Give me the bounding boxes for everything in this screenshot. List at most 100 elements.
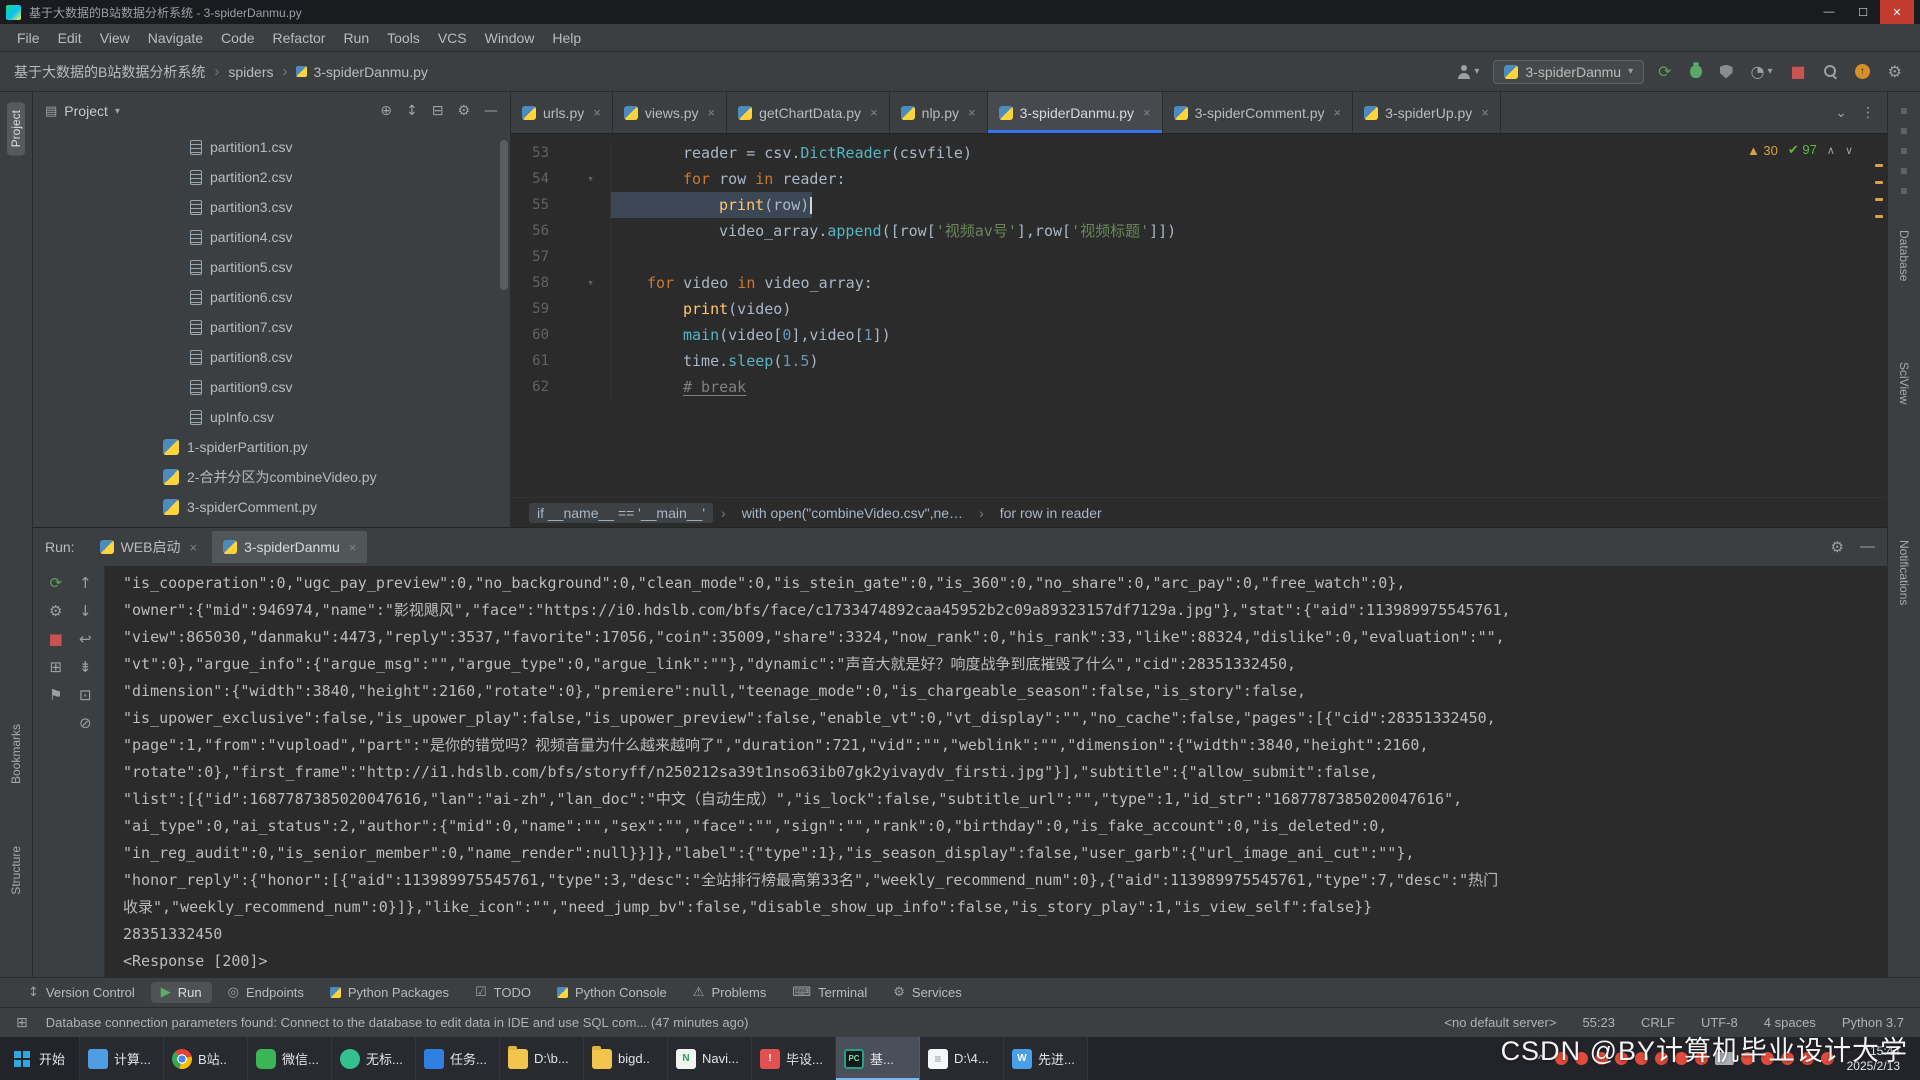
hide-panel-icon[interactable]: — bbox=[1860, 538, 1875, 556]
expand-collapse-icon[interactable]: ↕ bbox=[406, 103, 418, 119]
close-tab-icon[interactable]: × bbox=[708, 105, 716, 120]
menu-item-file[interactable]: File bbox=[8, 27, 49, 49]
keyboard-tray-icon[interactable] bbox=[1715, 1052, 1734, 1065]
notification-tray-icon[interactable] bbox=[1555, 1052, 1568, 1065]
taskbar-app[interactable]: W先进... bbox=[1004, 1037, 1088, 1080]
editor-breadcrumb-item[interactable]: with open("combineVideo.csv",ne… bbox=[734, 503, 971, 523]
tree-file-item[interactable]: partition8.csv bbox=[33, 342, 510, 372]
tool-stripe-button-database[interactable]: Database bbox=[1895, 222, 1913, 289]
rerun-button[interactable]: ⟳ bbox=[1654, 58, 1675, 85]
stripe-tool-icon[interactable]: ≡ bbox=[1900, 164, 1907, 178]
menu-item-tools[interactable]: Tools bbox=[378, 27, 429, 49]
tree-file-item[interactable]: partition3.csv bbox=[33, 192, 510, 222]
tool-window-button-services[interactable]: ⚙Services bbox=[883, 982, 972, 1003]
editor-tab-getChartData-py[interactable]: getChartData.py× bbox=[727, 92, 890, 133]
close-tab-icon[interactable]: × bbox=[870, 105, 878, 120]
notification-tray-icon[interactable] bbox=[1761, 1052, 1774, 1065]
line-number[interactable]: 61 bbox=[511, 348, 571, 374]
tool-stripe-button-structure[interactable]: Structure bbox=[7, 838, 25, 903]
menu-item-vcs[interactable]: VCS bbox=[429, 27, 476, 49]
close-tab-icon[interactable]: × bbox=[1481, 105, 1489, 120]
tool-stripe-button-notifications[interactable]: Notifications bbox=[1895, 532, 1913, 613]
tool-window-switcher-icon[interactable]: ⊞ bbox=[16, 1014, 28, 1031]
rerun-icon[interactable]: ⟳ bbox=[49, 576, 62, 591]
stripe-tool-icon[interactable]: ≡ bbox=[1900, 184, 1907, 198]
notification-tray-icon[interactable] bbox=[1695, 1052, 1708, 1065]
editor-tab-3-spiderComment-py[interactable]: 3-spiderComment.py× bbox=[1163, 92, 1354, 133]
tree-file-item[interactable]: partition2.csv bbox=[33, 162, 510, 192]
panel-settings-icon[interactable]: ⚙ bbox=[457, 103, 470, 119]
tool-window-button-terminal[interactable]: ⌨Terminal bbox=[782, 982, 877, 1003]
line-number[interactable]: 60 bbox=[511, 322, 571, 348]
run-configuration-select[interactable]: 3-spiderDanmu ▾ bbox=[1493, 60, 1644, 84]
editor-tab-views-py[interactable]: views.py× bbox=[613, 92, 727, 133]
scroll-to-end-icon[interactable]: ⇟ bbox=[79, 660, 92, 675]
taskbar-app[interactable]: B站.. bbox=[164, 1037, 248, 1080]
tool-window-button-endpoints[interactable]: ◎Endpoints bbox=[218, 982, 314, 1003]
clear-all-icon[interactable]: ⊘ bbox=[79, 716, 92, 731]
taskbar-app[interactable]: 计算... bbox=[80, 1037, 164, 1080]
stop-icon[interactable]: ■ bbox=[49, 632, 63, 647]
tree-file-item[interactable]: 2-合并分区为combineVideo.py bbox=[33, 462, 510, 492]
status-message[interactable]: Database connection parameters found: Co… bbox=[46, 1015, 1427, 1030]
update-button[interactable]: ↑ bbox=[1851, 60, 1874, 83]
prev-problem-icon[interactable]: ∧ bbox=[1827, 144, 1835, 157]
debug-button[interactable] bbox=[1686, 61, 1706, 82]
taskbar-app[interactable]: 微信... bbox=[248, 1037, 332, 1080]
tree-file-item[interactable]: 3-spiderComment.py bbox=[33, 492, 510, 522]
line-number[interactable]: 57 bbox=[511, 244, 571, 270]
close-tab-icon[interactable]: × bbox=[189, 540, 197, 555]
menu-item-view[interactable]: View bbox=[91, 27, 139, 49]
tool-window-button-run[interactable]: ▶Run bbox=[151, 982, 212, 1003]
chevron-down-icon[interactable]: ▾ bbox=[115, 106, 120, 117]
tree-file-item[interactable]: partition4.csv bbox=[33, 222, 510, 252]
tree-file-item[interactable]: 1-spiderPartition.py bbox=[33, 432, 510, 462]
editor-tab-3-spiderUp-py[interactable]: 3-spiderUp.py× bbox=[1353, 92, 1501, 133]
code-editor[interactable]: 53reader = csv.DictReader(csvfile)54▾for… bbox=[511, 134, 1887, 497]
status-item[interactable]: 4 spaces bbox=[1764, 1015, 1816, 1030]
tree-file-item[interactable]: partition7.csv bbox=[33, 312, 510, 342]
project-tree-scrollbar[interactable] bbox=[500, 140, 508, 290]
menu-item-edit[interactable]: Edit bbox=[49, 27, 91, 49]
taskbar-app[interactable]: 任务... bbox=[416, 1037, 500, 1080]
tree-file-item[interactable]: partition9.csv bbox=[33, 372, 510, 402]
breadcrumb-item[interactable]: 3-spiderDanmu.py bbox=[296, 64, 427, 80]
stripe-tool-icon[interactable]: ≡ bbox=[1900, 104, 1907, 118]
notification-tray-icon[interactable] bbox=[1675, 1052, 1688, 1065]
notification-tray-icon[interactable] bbox=[1615, 1052, 1628, 1065]
tray-expand-icon[interactable]: ^ bbox=[1534, 1052, 1548, 1066]
editor-breadcrumb-item[interactable]: if __name__ == '__main__' bbox=[529, 503, 713, 523]
close-tab-icon[interactable]: × bbox=[1334, 105, 1342, 120]
editor-breadcrumb-item[interactable]: for row in reader bbox=[992, 503, 1110, 523]
restore-layout-icon[interactable]: ⊞ bbox=[49, 660, 62, 675]
project-panel-title[interactable]: Project bbox=[64, 103, 108, 119]
notification-tray-icon[interactable] bbox=[1741, 1052, 1754, 1065]
start-button[interactable]: 开始 bbox=[0, 1037, 80, 1080]
collapse-all-icon[interactable]: ⊟ bbox=[432, 103, 444, 119]
tool-window-button-version-control[interactable]: ↕Version Control bbox=[18, 982, 145, 1003]
minimize-button[interactable]: — bbox=[1812, 0, 1846, 24]
up-stack-trace-icon[interactable]: ↑ bbox=[79, 576, 92, 591]
status-item[interactable]: UTF-8 bbox=[1701, 1015, 1738, 1030]
run-settings-icon[interactable]: ⚙ bbox=[49, 604, 62, 619]
line-number[interactable]: 59 bbox=[511, 296, 571, 322]
menu-item-window[interactable]: Window bbox=[476, 27, 544, 49]
notification-tray-icon[interactable] bbox=[1595, 1052, 1608, 1065]
fold-marker[interactable]: ▾ bbox=[571, 270, 611, 296]
line-number[interactable]: 53 bbox=[511, 140, 571, 166]
notification-tray-icon[interactable] bbox=[1781, 1052, 1794, 1065]
menu-item-refactor[interactable]: Refactor bbox=[264, 27, 335, 49]
breadcrumb-item[interactable]: spiders bbox=[228, 64, 273, 80]
pin-tab-icon[interactable]: ⚑ bbox=[49, 688, 62, 703]
notification-tray-icon[interactable] bbox=[1821, 1052, 1834, 1065]
status-item[interactable]: CRLF bbox=[1641, 1015, 1675, 1030]
line-number[interactable]: 54 bbox=[511, 166, 571, 192]
more-options-icon[interactable]: ⋮ bbox=[1861, 104, 1875, 121]
breadcrumb-item[interactable]: 基于大数据的B站数据分析系统 bbox=[14, 62, 205, 82]
profiler-button[interactable]: ◔▾ bbox=[1747, 58, 1777, 85]
tool-window-button-python-console[interactable]: Python Console bbox=[547, 982, 677, 1003]
down-stack-trace-icon[interactable]: ↓ bbox=[79, 604, 92, 619]
run-tab-3-spiderDanmu[interactable]: 3-spiderDanmu× bbox=[212, 531, 367, 563]
run-console-output[interactable]: "is_cooperation":0,"ugc_pay_preview":0,"… bbox=[105, 566, 1887, 977]
status-item[interactable]: <no default server> bbox=[1444, 1015, 1556, 1030]
